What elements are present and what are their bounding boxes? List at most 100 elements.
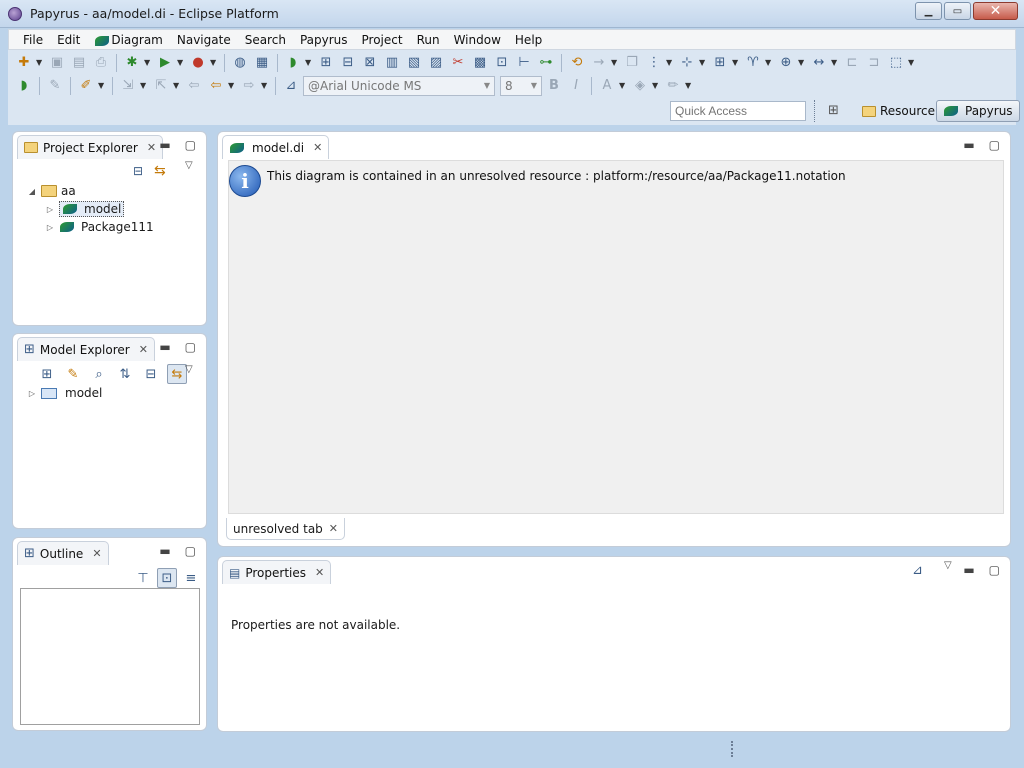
prev-annotation-icon[interactable]: ⇱	[151, 76, 171, 96]
menu-help[interactable]: Help	[508, 33, 549, 47]
new-diagram-dropdown-icon[interactable]: ▼	[305, 58, 314, 67]
view-menu-icon[interactable]: ▽	[944, 560, 952, 571]
debug-icon[interactable]: ✱	[122, 53, 142, 73]
copy-format-icon[interactable]: ❐	[622, 53, 642, 73]
minimize-icon[interactable]: ▬	[963, 563, 974, 577]
minimize-icon[interactable]: ▬	[159, 544, 170, 558]
papyrus-perspective-button[interactable]: Papyrus	[936, 100, 1020, 122]
menu-papyrus[interactable]: Papyrus	[293, 33, 355, 47]
status-bar-grip[interactable]	[731, 741, 733, 757]
line-color-dropdown-icon[interactable]: ▼	[685, 81, 694, 90]
close-icon[interactable]: ✕	[315, 566, 324, 579]
arrange-icon[interactable]: ▧	[404, 53, 424, 73]
tree-node-aa[interactable]: ◢ aa	[27, 182, 76, 200]
align-icon[interactable]: ▥	[382, 53, 402, 73]
quick-access-input[interactable]	[670, 101, 806, 121]
arrow-dropdown-icon[interactable]: ▼	[611, 58, 620, 67]
snap-icon[interactable]: ⊏	[842, 53, 862, 73]
tab-model-explorer[interactable]: ⊞ Model Explorer ✕	[17, 337, 155, 361]
customize-icon[interactable]: ✎	[63, 364, 83, 384]
resource-perspective-button[interactable]: Resource	[856, 100, 941, 122]
layout-icon[interactable]: ⊟	[338, 53, 358, 73]
resize-dropdown-icon[interactable]: ▼	[831, 58, 840, 67]
marquee-dropdown-icon[interactable]: ▼	[908, 58, 917, 67]
link-with-editor-icon[interactable]: ⇆	[167, 364, 187, 384]
run-dropdown-icon[interactable]: ▼	[177, 58, 186, 67]
globe-icon[interactable]: ◍	[230, 53, 250, 73]
maximize-icon[interactable]: ▢	[989, 563, 1000, 577]
close-icon[interactable]: ✕	[329, 522, 338, 535]
tree-layout-icon[interactable]: ⊠	[360, 53, 380, 73]
arrow-right-icon[interactable]: →	[589, 53, 609, 73]
tree-view-icon[interactable]: ⊤	[133, 568, 153, 588]
print-icon[interactable]: ⎙	[91, 53, 111, 73]
debug-dropdown-icon[interactable]: ▼	[144, 58, 153, 67]
fill-color-icon[interactable]: ◈	[630, 76, 650, 96]
link-with-editor-icon[interactable]: ⇆	[154, 163, 166, 179]
menu-navigate[interactable]: Navigate	[170, 33, 238, 47]
link-icon[interactable]: ⊶	[536, 53, 556, 73]
menu-edit[interactable]: Edit	[50, 33, 87, 47]
new-icon[interactable]: ✚	[14, 53, 34, 73]
last-edit-icon[interactable]: ⇦	[184, 76, 204, 96]
filter-dropdown-icon[interactable]: ▼	[765, 58, 774, 67]
maximize-icon[interactable]: ▢	[989, 138, 1000, 152]
maximize-icon[interactable]: ▢	[185, 340, 196, 354]
page-icon[interactable]: ⊐	[864, 53, 884, 73]
menu-project[interactable]: Project	[355, 33, 410, 47]
open-perspective-icon[interactable]: ⊞	[828, 103, 846, 119]
next-annotation-icon[interactable]: ⇲	[118, 76, 138, 96]
minimize-icon[interactable]: ▬	[159, 340, 170, 354]
hierarchy-icon[interactable]: ⊞	[316, 53, 336, 73]
tab-project-explorer[interactable]: Project Explorer ✕	[17, 135, 164, 159]
tree-node-model[interactable]: ▷ model	[45, 200, 125, 218]
connect-icon[interactable]: ▨	[426, 53, 446, 73]
forward-icon[interactable]: ⇨	[239, 76, 259, 96]
structure-dropdown-icon[interactable]: ▼	[732, 58, 741, 67]
collapsed-twisty-icon[interactable]: ▷	[45, 223, 55, 232]
tab-model-di[interactable]: model.di ✕	[222, 135, 330, 159]
refresh-icon[interactable]: ⟲	[567, 53, 587, 73]
outline-list-icon[interactable]: ≡	[181, 568, 201, 588]
select-dropdown-icon[interactable]: ▼	[699, 58, 708, 67]
filter-icon[interactable]: ♈	[743, 53, 763, 73]
bold-icon[interactable]: B	[544, 76, 564, 96]
zoom-icon[interactable]: ⊕	[776, 53, 796, 73]
annotate-icon[interactable]: ✐	[76, 76, 96, 96]
fill-color-dropdown-icon[interactable]: ▼	[652, 81, 661, 90]
back-icon[interactable]: ⇦	[206, 76, 226, 96]
back-dropdown-icon[interactable]: ▼	[228, 81, 237, 90]
pencil-icon[interactable]: ✎	[45, 76, 65, 96]
close-icon[interactable]: ✕	[313, 141, 322, 154]
next-annotation-dropdown-icon[interactable]: ▼	[140, 81, 149, 90]
menu-file[interactable]: File	[16, 33, 50, 47]
minimize-window-button[interactable]: ▁	[915, 2, 942, 20]
new-dropdown-icon[interactable]: ▼	[36, 58, 45, 67]
maximize-window-button[interactable]: ▭	[944, 2, 971, 20]
open-perspective-view-icon[interactable]: ▦	[252, 53, 272, 73]
papyrus-new-diagram-icon[interactable]: ◗	[283, 53, 303, 73]
sort-az-icon[interactable]: ⇅	[115, 364, 135, 384]
close-icon[interactable]: ✕	[147, 141, 156, 154]
maximize-icon[interactable]: ▢	[185, 544, 196, 558]
font-color-dropdown-icon[interactable]: ▼	[619, 81, 628, 90]
diagram-canvas[interactable]	[228, 160, 1004, 514]
view-menu-icon[interactable]: ▽	[185, 160, 193, 171]
resize-icon[interactable]: ↔	[809, 53, 829, 73]
menu-diagram[interactable]: Diagram	[87, 33, 170, 47]
structure-icon[interactable]: ⊞	[710, 53, 730, 73]
run-icon[interactable]: ▶	[155, 53, 175, 73]
tab-outline[interactable]: ⊞ Outline ✕	[17, 541, 109, 565]
grid-dropdown-icon[interactable]: ▼	[666, 58, 675, 67]
pin-icon[interactable]: ⊿	[912, 563, 923, 578]
hierarchy-icon[interactable]: ⊞	[37, 364, 57, 384]
save-icon[interactable]: ▣	[47, 53, 67, 73]
search-icon[interactable]: ⌕	[89, 364, 109, 384]
marquee-icon[interactable]: ⬚	[886, 53, 906, 73]
tab-properties[interactable]: ▤ Properties ✕	[222, 560, 332, 584]
line-color-icon[interactable]: ✏	[663, 76, 683, 96]
zoom-dropdown-icon[interactable]: ▼	[798, 58, 807, 67]
external-tools-icon[interactable]: ●	[188, 53, 208, 73]
italic-icon[interactable]: I	[566, 76, 586, 96]
collapsed-twisty-icon[interactable]: ▷	[45, 205, 55, 214]
